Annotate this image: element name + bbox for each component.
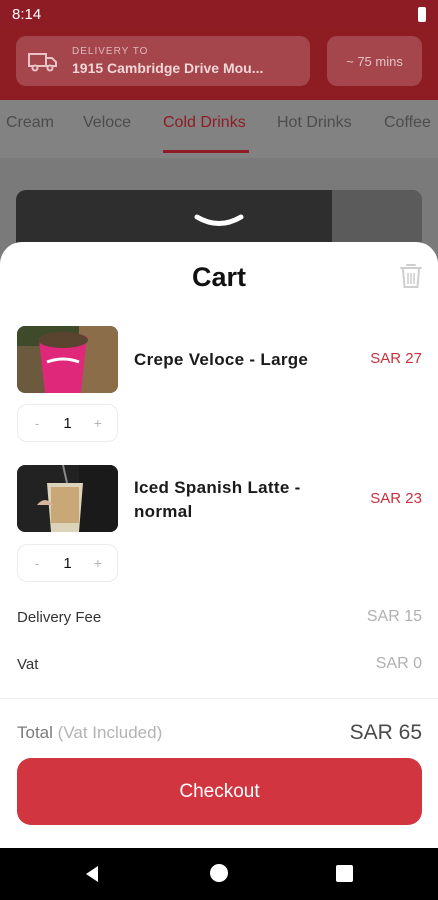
collapse-chevron-icon[interactable] [193,212,245,230]
quantity-value: 1 [63,554,72,572]
decrease-button[interactable]: - [25,555,49,571]
item-price: SAR 23 [370,490,422,507]
navigation-bar [0,848,438,900]
decrease-button[interactable]: - [25,415,49,431]
delivery-address: 1915 Cambridge Drive Mou... [72,60,264,76]
divider [0,698,438,699]
quantity-stepper: - 1 + [17,404,118,442]
tab-coffee[interactable]: Coffee [384,114,431,132]
item-image-crepe-veloce [17,326,118,393]
tab-cream[interactable]: Cream [6,114,54,132]
item-image-iced-spanish-latte [17,465,118,532]
delivery-label: DELIVERY TO [72,46,149,57]
tab-hot-drinks[interactable]: Hot Drinks [277,114,352,132]
delivery-fee-label: Delivery Fee [17,609,102,626]
delivery-address-selector[interactable]: DELIVERY TO 1915 Cambridge Drive Mou... [16,36,310,86]
total-value: SAR 65 [349,721,422,744]
increase-button[interactable]: + [86,415,110,431]
item-price: SAR 27 [370,350,422,367]
checkout-button[interactable]: Checkout [17,758,422,825]
tab-veloce[interactable]: Veloce [83,114,131,132]
item-name: Iced Spanish Latte - normal [134,478,301,521]
active-tab-indicator [163,150,249,153]
battery-icon [418,6,426,22]
trash-icon[interactable] [398,262,424,290]
recents-icon[interactable] [336,865,353,882]
item-name: Crepe Veloce - Large [134,350,309,369]
vat-label: Vat [17,656,39,673]
total-label-text: Total [17,723,53,742]
home-icon[interactable] [210,864,228,882]
quantity-stepper: - 1 + [17,544,118,582]
vat-value: SAR 0 [375,655,422,672]
quantity-value: 1 [63,414,72,432]
tab-cold-drinks[interactable]: Cold Drinks [163,114,246,132]
status-time: 8:14 [12,5,42,23]
total-label: Total (Vat Included) [17,723,162,743]
eta-badge[interactable]: ~ 75 mins [327,36,422,86]
status-bar: 8:14 [0,0,438,28]
cart-sheet: Cart Crepe Veloce - Large SAR 27 - 1 + I… [0,242,438,848]
delivery-truck-icon [28,53,57,72]
delivery-fee-value: SAR 15 [366,608,422,625]
total-vat-note: (Vat Included) [57,723,163,742]
app-header: DELIVERY TO 1915 Cambridge Drive Mou... … [0,28,438,100]
back-icon[interactable] [82,864,102,884]
cart-title: Cart [191,262,246,292]
increase-button[interactable]: + [86,555,110,571]
